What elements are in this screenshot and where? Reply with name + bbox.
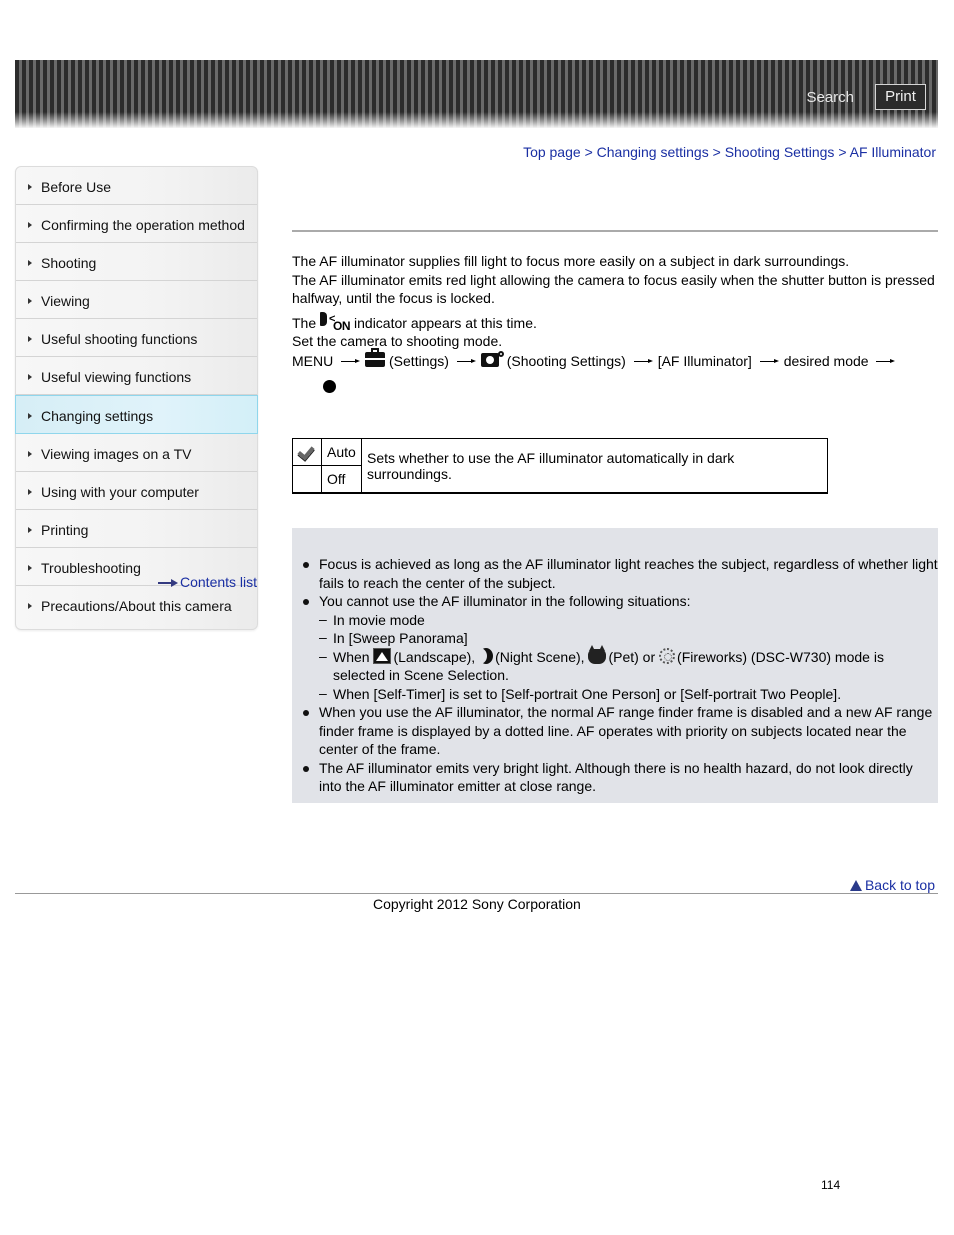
note-subitem: In movie mode — [302, 610, 938, 630]
arrow-right-icon — [28, 222, 32, 228]
sidebar-item-changing-settings[interactable]: Changing settings — [15, 395, 258, 434]
arrow-right-icon — [28, 336, 32, 342]
sidebar-item-useful-shooting[interactable]: Useful shooting functions — [16, 319, 257, 357]
sidebar-nav: Before Use Confirming the operation meth… — [15, 166, 258, 630]
copyright-text: Copyright 2012 Sony Corporation — [373, 896, 581, 912]
arrow-right-icon — [341, 358, 361, 366]
sidebar-item-viewing-tv[interactable]: Viewing images on a TV — [16, 434, 257, 472]
night-scene-icon — [479, 648, 493, 664]
arrow-right-icon — [28, 603, 32, 609]
arrow-right-icon — [158, 579, 178, 588]
intro-text-1: The AF illuminator supplies fill light t… — [292, 253, 850, 269]
note-item: The AF illuminator emits very bright lig… — [302, 759, 938, 796]
sidebar-item-label: Useful shooting functions — [41, 331, 198, 347]
sidebar-item-label: Before Use — [41, 179, 112, 195]
arrow-right-icon — [28, 565, 32, 571]
header-bar: Search Print — [15, 60, 938, 128]
landscape-icon — [373, 647, 392, 664]
arrow-right-icon — [456, 358, 477, 366]
sidebar-item-label: Changing settings — [41, 408, 154, 424]
breadcrumb-separator: > — [712, 144, 721, 160]
breadcrumb-top-page[interactable]: Top page — [523, 144, 581, 160]
sidebar-item-label: Viewing images on a TV — [41, 446, 192, 462]
note-subitem: When [Self-Timer] is set to [Self-portra… — [302, 684, 938, 704]
footer-divider — [15, 893, 938, 894]
option-off: Off — [321, 465, 362, 494]
note-item: You cannot use the AF illuminator in the… — [302, 592, 938, 611]
breadcrumb-changing-settings[interactable]: Changing settings — [597, 144, 709, 160]
indicator-text: The < ON indicator appears at this time. — [292, 311, 537, 333]
step-1: Set the camera to shooting mode. — [292, 333, 503, 349]
arrow-right-icon — [28, 260, 32, 266]
breadcrumb-separator: > — [838, 144, 847, 160]
sidebar-item-precautions[interactable]: Precautions/About this camera — [16, 586, 257, 623]
main-content: The AF illuminator supplies fill light t… — [292, 252, 938, 393]
arrow-right-icon — [759, 358, 780, 366]
page-number: 114 — [821, 1178, 841, 1192]
note-item: When you use the AF illuminator, the nor… — [302, 703, 938, 759]
option-auto: Auto — [321, 438, 362, 466]
note-subitem: In [Sweep Panorama] — [302, 628, 938, 648]
shooting-settings-camera-icon — [480, 350, 504, 367]
arrow-right-icon — [633, 358, 654, 366]
breadcrumb-shooting-settings[interactable]: Shooting Settings — [725, 144, 835, 160]
arrow-right-icon — [28, 184, 32, 190]
contents-list-link[interactable]: Contents list — [158, 574, 257, 590]
back-to-top-link[interactable]: Back to top — [849, 877, 935, 893]
sidebar-item-viewing[interactable]: Viewing — [16, 281, 257, 319]
option-description: Sets whether to use the AF illuminator a… — [361, 438, 828, 494]
checkmark-default-icon — [298, 444, 316, 458]
breadcrumb-separator: > — [584, 144, 593, 160]
arrow-right-icon — [28, 298, 32, 304]
arrow-right-icon — [28, 489, 32, 495]
notes-box: Focus is achieved as long as the AF illu… — [292, 528, 938, 803]
arrow-right-icon — [28, 451, 32, 457]
sidebar-item-label: Shooting — [41, 255, 97, 271]
print-button[interactable]: Print — [875, 84, 926, 110]
af-illuminator-on-icon: < ON — [320, 311, 354, 333]
settings-toolbox-icon — [365, 347, 386, 367]
note-item: Focus is achieved as long as the AF illu… — [302, 555, 938, 592]
note-subitem: When (Landscape), (Night Scene), (Pet) o… — [302, 644, 938, 685]
triangle-up-icon — [849, 880, 862, 891]
sidebar-item-label: Troubleshooting — [41, 560, 141, 576]
breadcrumb: Top page > Changing settings > Shooting … — [523, 144, 936, 160]
intro-text-2: The AF illuminator emits red light allow… — [292, 271, 935, 307]
arrow-right-icon — [28, 527, 32, 533]
sidebar-item-label: Printing — [41, 522, 89, 538]
arrow-right-icon — [28, 413, 32, 419]
sidebar-item-before-use[interactable]: Before Use — [16, 167, 257, 205]
sidebar-item-label: Using with your computer — [41, 484, 199, 500]
arrow-right-icon — [28, 374, 32, 380]
sidebar-item-label: Viewing — [41, 293, 90, 309]
sidebar-item-label: Useful viewing functions — [41, 369, 192, 385]
contents-list-label: Contents list — [180, 574, 258, 590]
table-row: Auto Sets whether to use the AF illumina… — [292, 438, 828, 494]
sidebar-item-useful-viewing[interactable]: Useful viewing functions — [16, 357, 257, 395]
sidebar-item-shooting[interactable]: Shooting — [16, 243, 257, 281]
sidebar-item-label: Precautions/About this camera — [41, 598, 232, 614]
fireworks-icon — [659, 647, 676, 664]
center-button-icon — [323, 380, 336, 393]
step-2: MENU (Settings) (Shooting Settings) [AF … — [292, 347, 938, 371]
sidebar-item-label: Confirming the operation method — [41, 217, 245, 233]
breadcrumb-af-illuminator[interactable]: AF Illuminator — [850, 144, 936, 160]
sidebar-item-using-computer[interactable]: Using with your computer — [16, 472, 257, 510]
options-table: Auto Sets whether to use the AF illumina… — [292, 438, 828, 494]
sidebar-item-confirming-operation[interactable]: Confirming the operation method — [16, 205, 257, 243]
sidebar-item-printing[interactable]: Printing — [16, 510, 257, 548]
pet-icon — [588, 644, 607, 664]
search-link[interactable]: Search — [806, 89, 854, 106]
arrow-right-icon — [876, 358, 896, 366]
title-divider — [292, 230, 938, 232]
